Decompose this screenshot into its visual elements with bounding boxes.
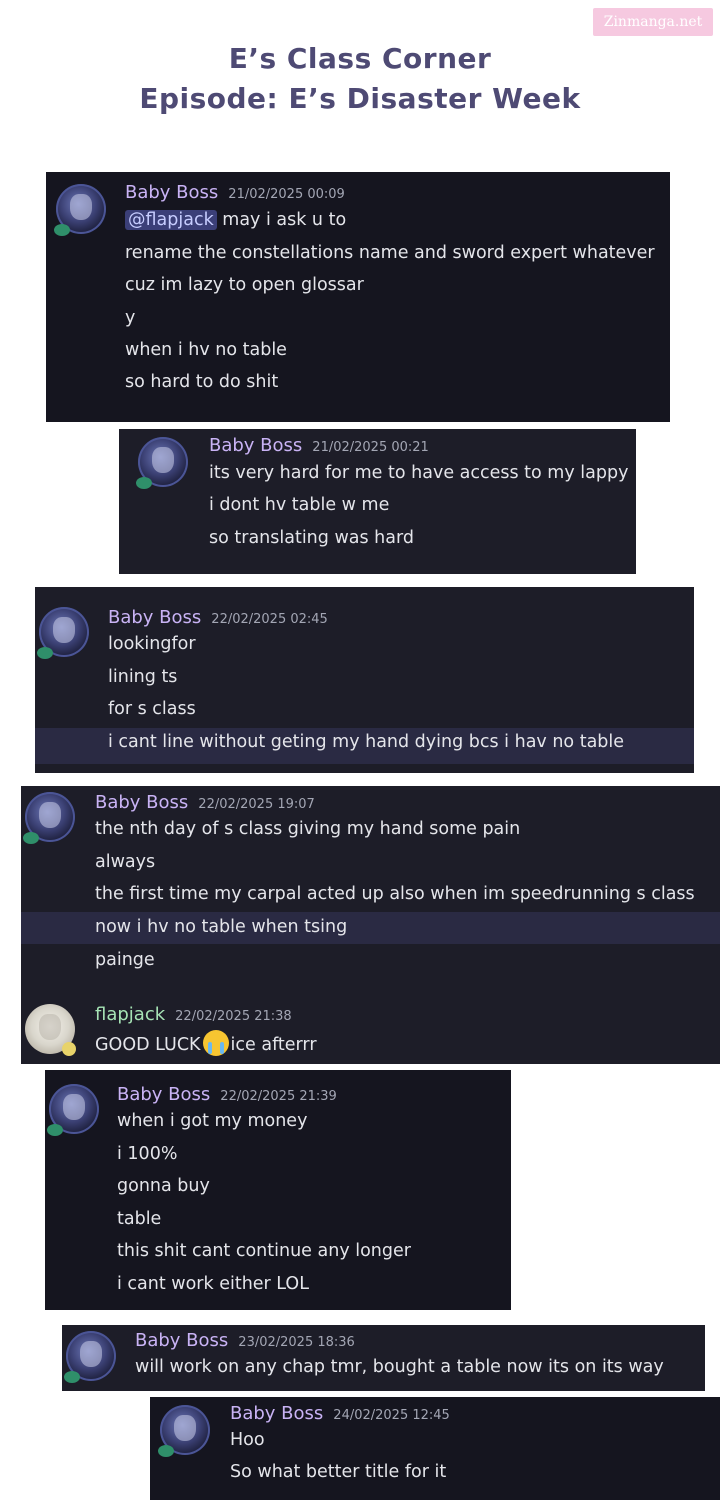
- message-author[interactable]: Baby Boss 22/02/2025 21:39: [117, 1084, 337, 1105]
- chat-card: Baby Boss 24/02/2025 12:45 Hoo So what be…: [150, 1397, 720, 1500]
- mention-tag[interactable]: @flapjack: [125, 210, 217, 230]
- message-line: i dont hv table w me: [209, 495, 390, 515]
- message-line: so hard to do shit: [125, 372, 279, 392]
- message-line: this shit cant continue any longer: [117, 1241, 411, 1261]
- avatar[interactable]: [54, 184, 106, 236]
- message-line: gonna buy: [117, 1176, 210, 1196]
- message-author[interactable]: Baby Boss 22/02/2025 19:07: [95, 792, 315, 813]
- message-line: lookingfor: [108, 634, 196, 654]
- message-line: rename the constellations name and sword…: [125, 243, 655, 263]
- chat-card: Baby Boss 22/02/2025 21:39 when i got my …: [45, 1070, 511, 1310]
- message-line: y: [125, 308, 136, 328]
- message-timestamp: 22/02/2025 02:45: [211, 612, 328, 627]
- message-timestamp: 21/02/2025 00:21: [312, 440, 429, 455]
- page-title: E’s Class Corner: [228, 42, 492, 75]
- message-timestamp: 22/02/2025 19:07: [198, 797, 315, 812]
- message-line: table: [117, 1209, 162, 1229]
- message-line: the first time my carpal acted up also w…: [95, 884, 695, 904]
- avatar[interactable]: [47, 1084, 99, 1136]
- message-line: Hoo: [230, 1430, 265, 1450]
- message-author[interactable]: Baby Boss 23/02/2025 18:36: [135, 1330, 355, 1351]
- message-author[interactable]: Baby Boss 21/02/2025 00:09: [125, 182, 345, 203]
- message-timestamp: 24/02/2025 12:45: [333, 1408, 450, 1423]
- message-timestamp: 21/02/2025 00:09: [228, 187, 345, 202]
- message-timestamp: 22/02/2025 21:39: [220, 1089, 337, 1104]
- message-line: for s class: [108, 699, 196, 719]
- chat-card: Baby Boss 21/02/2025 00:09 @flapjack may …: [46, 172, 670, 422]
- avatar[interactable]: [136, 437, 188, 489]
- message-author[interactable]: flapjack 22/02/2025 21:38: [95, 1004, 292, 1025]
- message-author[interactable]: Baby Boss 24/02/2025 12:45: [230, 1403, 450, 1424]
- crying-face-icon: [202, 1030, 229, 1056]
- avatar[interactable]: [37, 607, 89, 659]
- message-line: cuz im lazy to open glossar: [125, 275, 364, 295]
- message-line: @flapjack may i ask u to: [125, 210, 346, 230]
- message-line: so translating was hard: [209, 528, 414, 548]
- message-line: lining ts: [108, 667, 178, 687]
- message-line: GOOD LUCK ice afterrr: [95, 1030, 317, 1056]
- message-author[interactable]: Baby Boss 21/02/2025 00:21: [209, 435, 429, 456]
- watermark-badge: Zinmanga.net: [593, 8, 713, 36]
- message-line: i 100%: [117, 1144, 178, 1164]
- avatar[interactable]: [64, 1331, 116, 1383]
- message-line: So what better title for it: [230, 1462, 447, 1482]
- chat-card: Baby Boss 22/02/2025 19:07 the nth day of…: [21, 786, 720, 1064]
- message-line: i cant work either LOL: [117, 1274, 309, 1294]
- avatar[interactable]: [23, 792, 75, 844]
- chat-card: Baby Boss 22/02/2025 02:45 lookingfor lin…: [35, 587, 694, 773]
- message-line: will work on any chap tmr, bought a tabl…: [135, 1357, 664, 1377]
- chat-card: Baby Boss 23/02/2025 18:36 will work on a…: [62, 1325, 705, 1391]
- message-author[interactable]: Baby Boss 22/02/2025 02:45: [108, 607, 328, 628]
- message-timestamp: 22/02/2025 21:38: [175, 1009, 292, 1024]
- message-timestamp: 23/02/2025 18:36: [238, 1335, 355, 1350]
- message-line: its very hard for me to have access to m…: [209, 463, 629, 483]
- page-subtitle: Episode: E’s Disaster Week: [139, 82, 581, 115]
- message-line: always: [95, 852, 156, 872]
- message-line: now i hv no table when tsing: [95, 917, 348, 937]
- message-line: the nth day of s class giving my hand so…: [95, 819, 521, 839]
- avatar[interactable]: [158, 1405, 210, 1457]
- avatar[interactable]: [25, 1004, 76, 1056]
- message-line: when i hv no table: [125, 340, 287, 360]
- message-line: painge: [95, 950, 155, 970]
- message-line: i cant line without geting my hand dying…: [108, 732, 625, 752]
- chat-card: Baby Boss 21/02/2025 00:21 its very hard …: [119, 429, 636, 574]
- message-line: when i got my money: [117, 1111, 308, 1131]
